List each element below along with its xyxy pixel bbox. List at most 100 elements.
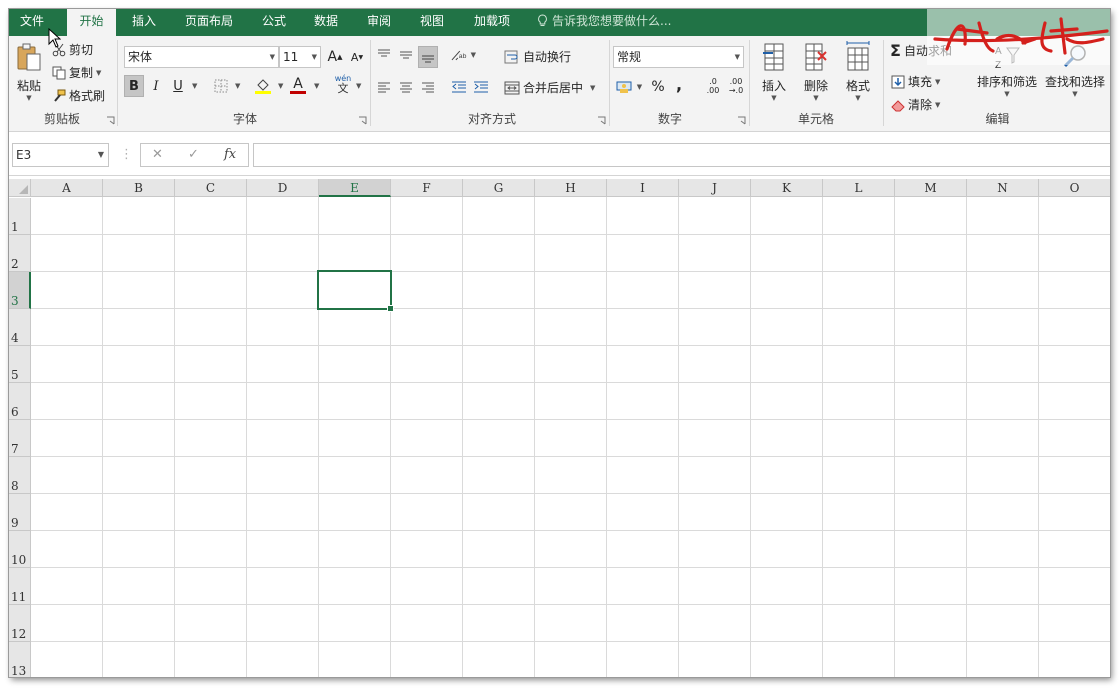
chevron-down-icon: ▼ — [734, 53, 740, 61]
column-header-j[interactable]: J — [679, 179, 751, 197]
column-header-d[interactable]: D — [247, 179, 319, 197]
column-header-o[interactable]: O — [1039, 179, 1110, 197]
align-middle-button[interactable] — [396, 44, 416, 66]
column-header-b[interactable]: B — [103, 179, 175, 197]
column-header-i[interactable]: I — [607, 179, 679, 197]
align-bottom-button[interactable] — [418, 46, 438, 68]
number-format-select[interactable]: 常规 ▼ — [613, 46, 744, 68]
row-header-4[interactable]: 4 — [9, 309, 31, 346]
phonetic-dropdown-arrow[interactable]: ▼ — [356, 82, 361, 90]
borders-button[interactable] — [211, 75, 231, 97]
row-header-9[interactable]: 9 — [9, 494, 31, 531]
tab-view[interactable]: 视图 — [410, 9, 454, 36]
align-right-button[interactable] — [418, 76, 438, 98]
shrink-font-button[interactable]: A ▼ — [347, 46, 367, 68]
tab-formulas[interactable]: 公式 — [252, 9, 296, 36]
currency-icon — [616, 81, 632, 93]
tab-review[interactable]: 审阅 — [357, 9, 401, 36]
grow-font-button[interactable]: A ▲ — [325, 46, 345, 68]
column-header-f[interactable]: F — [391, 179, 463, 197]
row-header-12[interactable]: 12 — [9, 605, 31, 642]
copy-dropdown-arrow[interactable]: ▼ — [96, 69, 101, 77]
confirm-entry-button[interactable]: ✓ — [188, 143, 199, 167]
font-size-select[interactable]: 11 ▼ — [279, 46, 321, 68]
cancel-entry-button[interactable]: ✕ — [152, 143, 163, 167]
insert-function-button[interactable]: fx — [224, 143, 236, 167]
font-launcher-icon[interactable] — [358, 116, 367, 125]
align-top-button[interactable] — [374, 44, 394, 66]
merge-dropdown-arrow[interactable]: ▼ — [590, 84, 595, 92]
format-cells-button[interactable]: 格式 ▼ — [841, 40, 875, 102]
clipboard-launcher-icon[interactable] — [106, 116, 115, 125]
align-left-button[interactable] — [374, 76, 394, 98]
row-header-10[interactable]: 10 — [9, 531, 31, 568]
selected-cell[interactable] — [317, 270, 394, 312]
tab-data[interactable]: 数据 — [304, 9, 348, 36]
worksheet-grid[interactable]: ABCDEFGHIJKLMNO 1 2 3 4 5 6 7 8 9 10 11 12 13 — [9, 179, 1110, 677]
bold-button[interactable]: B — [124, 75, 144, 97]
column-header-g[interactable]: G — [463, 179, 535, 197]
column-header-n[interactable]: N — [967, 179, 1039, 197]
column-header-c[interactable]: C — [175, 179, 247, 197]
signature-watermark — [927, 9, 1110, 65]
format-painter-button[interactable]: 格式刷 — [52, 87, 105, 104]
merge-center-button[interactable]: 合并后居中 ▼ — [504, 79, 595, 96]
italic-button[interactable]: I — [146, 75, 166, 97]
copy-button[interactable]: 复制 ▼ — [52, 64, 101, 81]
tell-me-search[interactable]: 告诉我您想要做什么... — [537, 9, 671, 36]
column-header-l[interactable]: L — [823, 179, 895, 197]
underline-button[interactable]: U — [168, 75, 188, 97]
row-header-3[interactable]: 3 — [9, 272, 31, 309]
column-header-h[interactable]: H — [535, 179, 607, 197]
tab-page-layout[interactable]: 页面布局 — [174, 9, 244, 36]
font-name-select[interactable]: 宋体 ▼ — [124, 46, 279, 68]
fill-button[interactable]: 填充 ▼ — [891, 73, 940, 90]
increase-decimal-button[interactable]: .0.00 — [701, 75, 725, 97]
row-header-1[interactable]: 1 — [9, 198, 31, 235]
insert-cells-button[interactable]: 插入 ▼ — [757, 42, 791, 102]
row-header-2[interactable]: 2 — [9, 235, 31, 272]
name-box[interactable]: E3 ▼ — [12, 143, 109, 167]
clear-dropdown-arrow[interactable]: ▼ — [935, 101, 940, 109]
decrease-indent-button[interactable] — [449, 76, 469, 98]
comma-style-button[interactable]: , — [669, 73, 689, 95]
row-header-7[interactable]: 7 — [9, 420, 31, 457]
delete-cells-button[interactable]: 删除 ▼ — [799, 42, 833, 102]
number-launcher-icon[interactable] — [737, 116, 746, 125]
row-header-13[interactable]: 13 — [9, 642, 31, 677]
tab-insert[interactable]: 插入 — [122, 9, 166, 36]
accounting-format-button[interactable]: ▼ — [614, 76, 644, 98]
tab-addins[interactable]: 加载项 — [464, 9, 520, 36]
select-all-button[interactable] — [9, 179, 31, 197]
fill-color-button[interactable] — [253, 75, 273, 97]
row-header-8[interactable]: 8 — [9, 457, 31, 494]
row-header-5[interactable]: 5 — [9, 346, 31, 383]
increase-indent-button[interactable] — [471, 76, 491, 98]
percent-style-button[interactable]: % — [648, 76, 668, 98]
underline-dropdown-arrow[interactable]: ▼ — [192, 82, 197, 90]
group-divider — [609, 40, 610, 126]
tab-home[interactable]: 开始 — [67, 9, 116, 36]
column-header-e[interactable]: E — [319, 179, 391, 197]
borders-dropdown-arrow[interactable]: ▼ — [235, 82, 240, 90]
font-color-dropdown-arrow[interactable]: ▼ — [314, 82, 319, 90]
column-header-m[interactable]: M — [895, 179, 967, 197]
wrap-text-button[interactable]: 自动换行 — [504, 48, 571, 65]
editing-group-label: 编辑 — [985, 112, 1010, 126]
phonetic-button[interactable]: wén 文 — [331, 73, 355, 95]
paste-button[interactable]: 粘贴 ▼ — [12, 42, 46, 102]
formula-input[interactable] — [253, 143, 1110, 167]
column-header-a[interactable]: A — [31, 179, 103, 197]
font-color-button[interactable]: A — [288, 75, 308, 97]
fill-color-dropdown-arrow[interactable]: ▼ — [278, 82, 283, 90]
sigma-icon: Σ — [890, 41, 901, 60]
row-header-6[interactable]: 6 — [9, 383, 31, 420]
row-header-11[interactable]: 11 — [9, 568, 31, 605]
decrease-decimal-button[interactable]: .00 →.0 — [724, 75, 748, 97]
alignment-launcher-icon[interactable] — [597, 116, 606, 125]
orientation-button[interactable]: ab ▼ — [450, 44, 476, 66]
fill-dropdown-arrow[interactable]: ▼ — [935, 78, 940, 86]
delete-label: 删除 — [803, 79, 828, 93]
column-header-k[interactable]: K — [751, 179, 823, 197]
align-center-button[interactable] — [396, 76, 416, 98]
